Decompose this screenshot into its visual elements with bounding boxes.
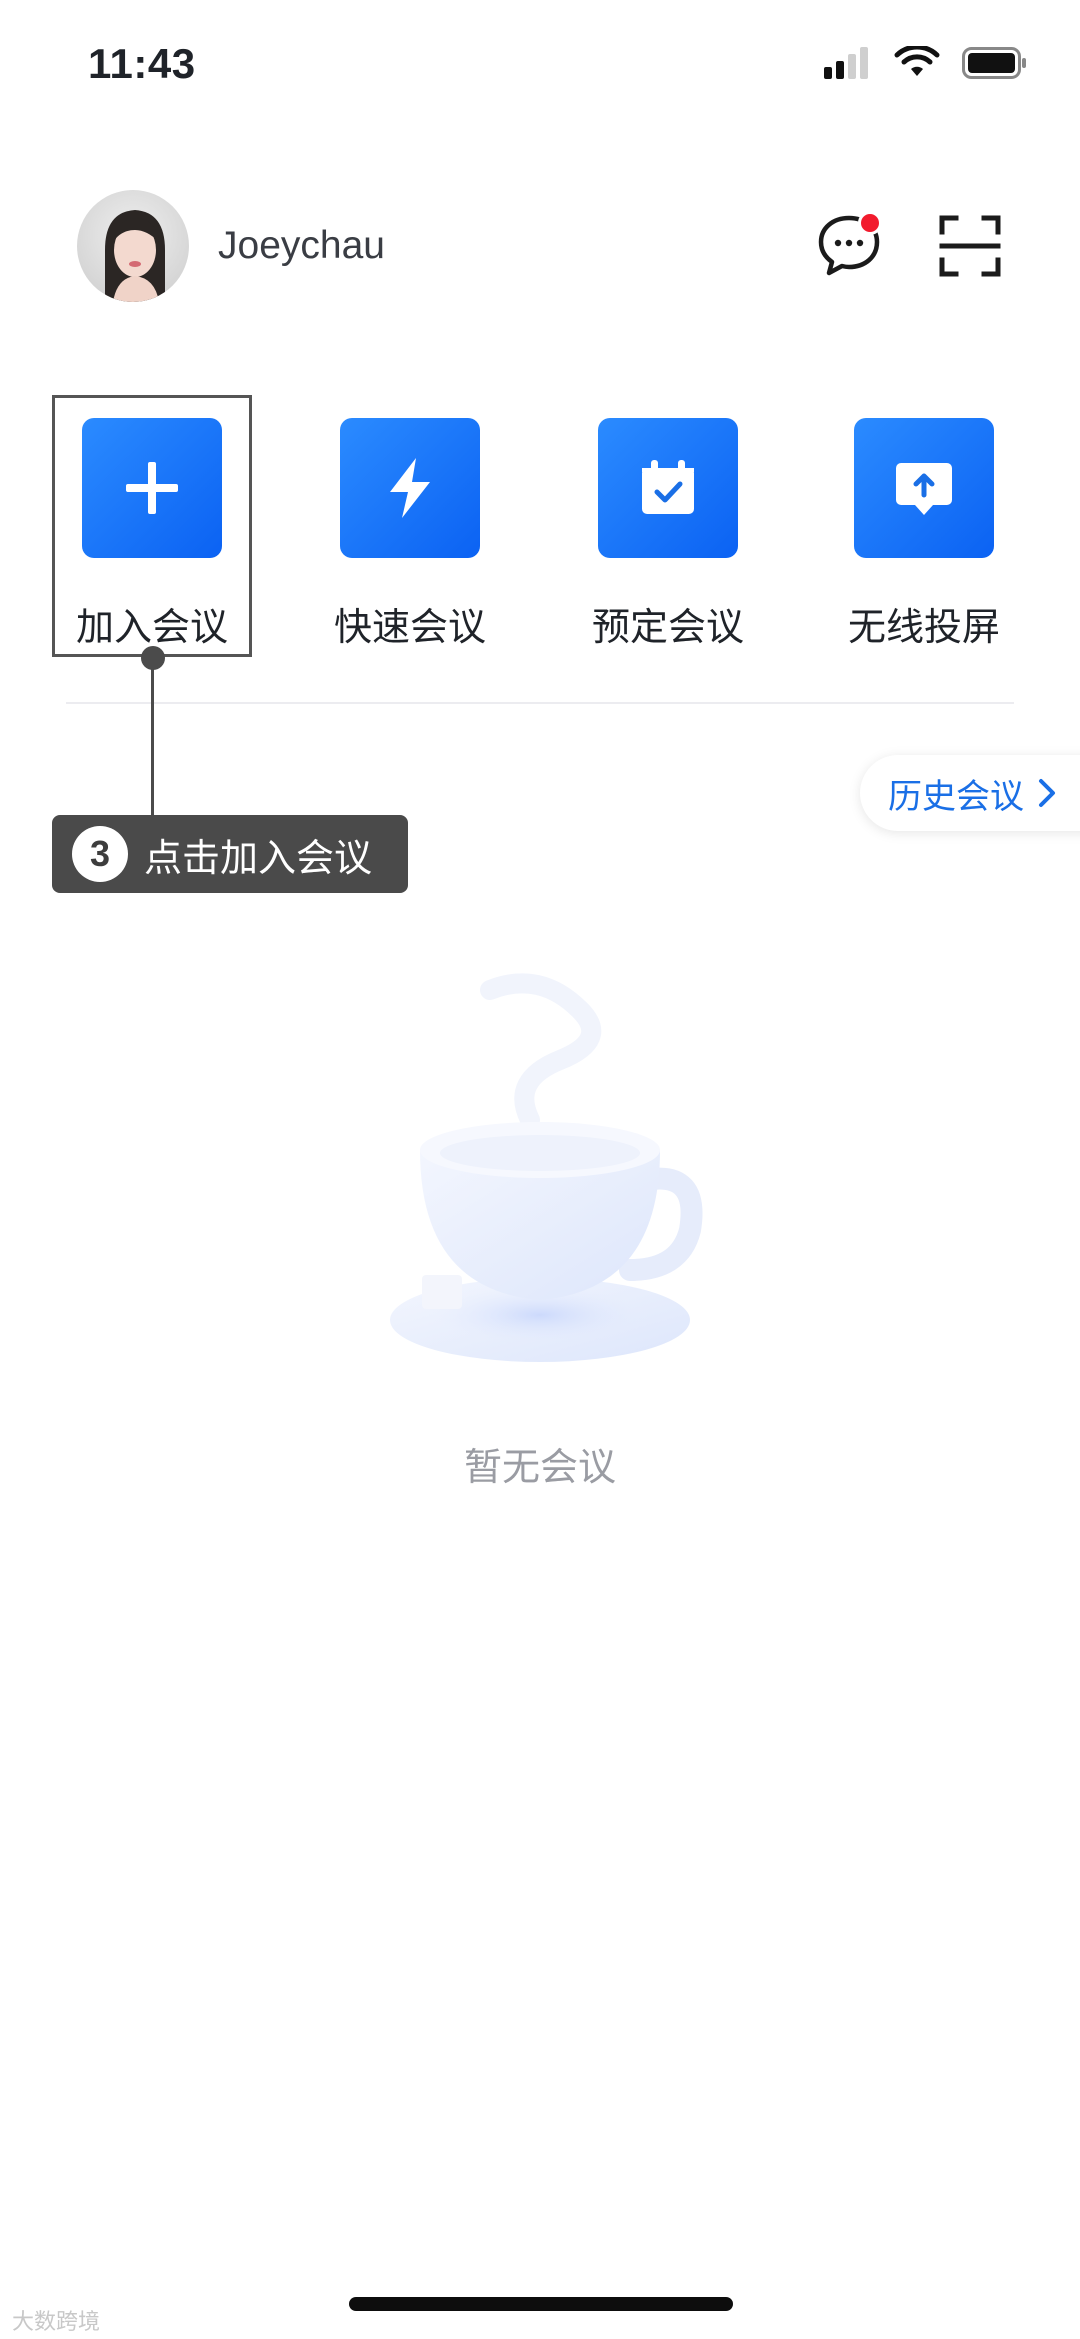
- quick-meeting-button[interactable]: [340, 418, 480, 558]
- tutorial-highlight-box: [52, 395, 252, 657]
- watermark: 大数跨境: [12, 2310, 101, 2335]
- divider: [66, 702, 1014, 704]
- empty-coffee-cup-illustration: [360, 970, 720, 1410]
- screen-share-icon: [896, 463, 952, 515]
- lightning-icon: [390, 458, 430, 518]
- history-meetings-label: 历史会议: [888, 776, 1024, 817]
- username: Joeychau: [218, 224, 385, 267]
- status-icons: [824, 46, 1028, 80]
- battery-icon: [962, 47, 1026, 79]
- wireless-screen-tile[interactable]: 无线投屏: [830, 418, 1018, 651]
- avatar[interactable]: [77, 190, 189, 302]
- quick-meeting-label: 快速会议: [333, 605, 486, 649]
- empty-state-text: 暂无会议: [463, 1445, 616, 1489]
- schedule-meeting-label: 预定会议: [591, 605, 744, 649]
- scan-icon: [939, 215, 1001, 277]
- calendar-icon: [642, 460, 694, 514]
- cellular-signal-icon: [824, 47, 868, 79]
- wifi-icon: [894, 46, 940, 76]
- unread-badge: [858, 211, 882, 235]
- home-indicator[interactable]: [349, 2297, 733, 2311]
- status-time: 11:43: [88, 40, 196, 87]
- chevron-right-icon: [1039, 779, 1055, 807]
- annotation-text: 点击加入会议: [144, 835, 373, 880]
- wireless-screen-button[interactable]: [854, 418, 994, 558]
- annotation-tooltip: 3 点击加入会议: [52, 815, 408, 893]
- quick-meeting-tile[interactable]: 快速会议: [316, 418, 504, 651]
- wireless-screen-label: 无线投屏: [847, 605, 1000, 649]
- annotation-step-number: 3: [72, 826, 128, 882]
- schedule-meeting-tile[interactable]: 预定会议: [574, 418, 762, 651]
- history-meetings-button[interactable]: 历史会议: [860, 755, 1080, 831]
- schedule-meeting-button[interactable]: [598, 418, 738, 558]
- annotation-dot: [141, 646, 165, 670]
- scan-button[interactable]: [938, 214, 1002, 278]
- annotation-connector: [151, 660, 154, 820]
